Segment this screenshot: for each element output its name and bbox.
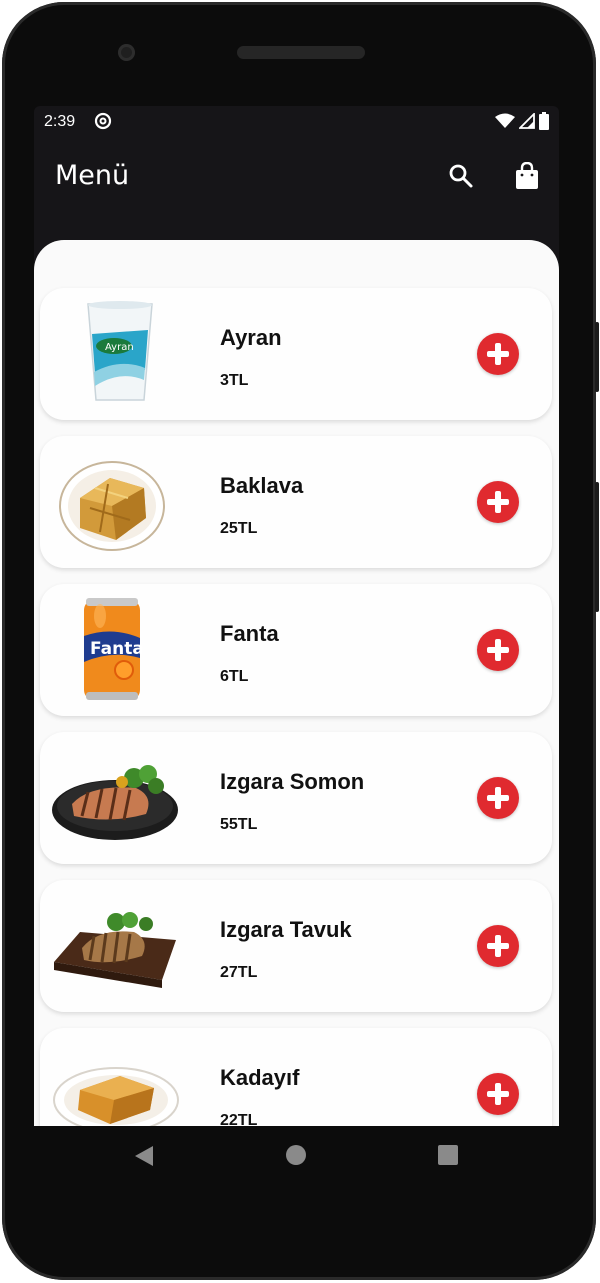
grilled-salmon-image	[52, 765, 178, 840]
item-price: 6TL	[220, 668, 249, 685]
at-sign-icon	[94, 112, 112, 130]
svg-text:Ayran: Ayran	[105, 342, 134, 353]
menu-list[interactable]: Ayran Ayran 3TL Baklava 25TL Fanta Fanta…	[34, 240, 559, 1126]
search-icon	[449, 164, 473, 188]
status-bar: 2:39	[34, 106, 559, 140]
cart-button[interactable]	[511, 160, 543, 192]
item-price: 25TL	[220, 520, 258, 537]
menu-item-card[interactable]: Ayran Ayran 3TL	[40, 288, 552, 420]
earpiece-speaker	[237, 46, 365, 59]
item-name: Baklava	[220, 473, 304, 498]
app-bar: Menü	[34, 140, 559, 240]
menu-item-card[interactable]: Baklava 25TL	[40, 436, 552, 568]
ayran-image: Ayran	[87, 301, 153, 401]
item-name: Izgara Tavuk	[220, 917, 352, 942]
front-camera	[118, 44, 135, 61]
item-name: Ayran	[220, 325, 282, 350]
signal-icon	[519, 113, 535, 129]
fanta-image: Fanta	[84, 598, 144, 700]
kadayif-image	[53, 1067, 179, 1126]
recents-icon[interactable]	[437, 1144, 459, 1166]
menu-item-card[interactable]: Kadayıf 22TL	[40, 1028, 552, 1126]
back-icon[interactable]	[133, 1144, 155, 1168]
menu-item-card[interactable]: Izgara Somon 55TL	[40, 732, 552, 864]
item-price: 55TL	[220, 816, 258, 833]
item-price: 22TL	[220, 1112, 258, 1126]
wifi-icon	[495, 113, 515, 128]
shopping-bag-icon	[516, 162, 538, 189]
svg-text:Fanta: Fanta	[90, 639, 144, 659]
battery-icon	[539, 112, 549, 130]
item-price: 27TL	[220, 964, 258, 981]
add-to-cart-button[interactable]	[477, 481, 519, 523]
baklava-image	[59, 461, 165, 551]
volume-button	[595, 482, 599, 612]
item-price: 3TL	[220, 372, 249, 389]
item-name: Fanta	[220, 621, 279, 646]
page-title: Menü	[55, 160, 130, 191]
power-button	[595, 322, 599, 392]
add-to-cart-button[interactable]	[477, 1073, 519, 1115]
menu-item-card[interactable]: Fanta Fanta 6TL	[40, 584, 552, 716]
item-name: Izgara Somon	[220, 769, 365, 794]
status-icons	[495, 112, 549, 130]
screen: 2:39 Menü Ayran Ayran 3TL Baklava 25TL F…	[34, 106, 559, 1126]
grilled-chicken-image	[54, 912, 176, 988]
home-icon[interactable]	[285, 1144, 307, 1166]
item-name: Kadayıf	[220, 1065, 300, 1090]
add-to-cart-button[interactable]	[477, 777, 519, 819]
status-time: 2:39	[44, 113, 76, 130]
menu-item-card[interactable]: Izgara Tavuk 27TL	[40, 880, 552, 1012]
add-to-cart-button[interactable]	[477, 925, 519, 967]
add-to-cart-button[interactable]	[477, 629, 519, 671]
system-navigation-bar	[34, 1126, 559, 1188]
search-button[interactable]	[445, 160, 477, 192]
add-to-cart-button[interactable]	[477, 333, 519, 375]
